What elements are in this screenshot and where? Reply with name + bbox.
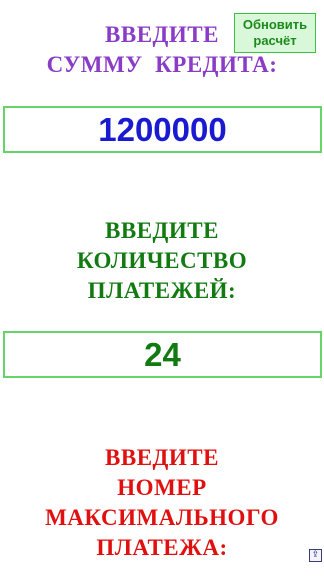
payments-count-input[interactable] [3,331,322,378]
payments-count-label-line2: КОЛИЧЕСТВО [76,248,248,273]
loan-amount-label: ВВЕДИТЕ СУММУ КРЕДИТА: [0,20,324,80]
scroll-to-top-icon[interactable]: ⇪ [309,549,322,562]
payments-count-label: ВВЕДИТЕ КОЛИЧЕСТВО ПЛАТЕЖЕЙ: [0,216,324,306]
loan-amount-label-line2: СУММУ КРЕДИТА: [46,52,278,77]
max-payment-label: ВВЕДИТЕ НОМЕР МАКСИМАЛЬНОГО ПЛАТЕЖА: [0,443,324,563]
payments-count-label-line1: ВВЕДИТЕ [105,218,219,243]
max-payment-label-line4: ПЛАТЕЖА: [96,535,228,560]
payments-count-label-line3: ПЛАТЕЖЕЙ: [87,278,237,303]
max-payment-label-line3: МАКСИМАЛЬНОГО [45,505,279,530]
max-payment-label-line1: ВВЕДИТЕ [105,445,219,470]
loan-amount-label-line1: ВВЕДИТЕ [105,22,219,47]
max-payment-label-line2: НОМЕР [117,475,207,500]
loan-amount-input[interactable] [3,106,322,153]
